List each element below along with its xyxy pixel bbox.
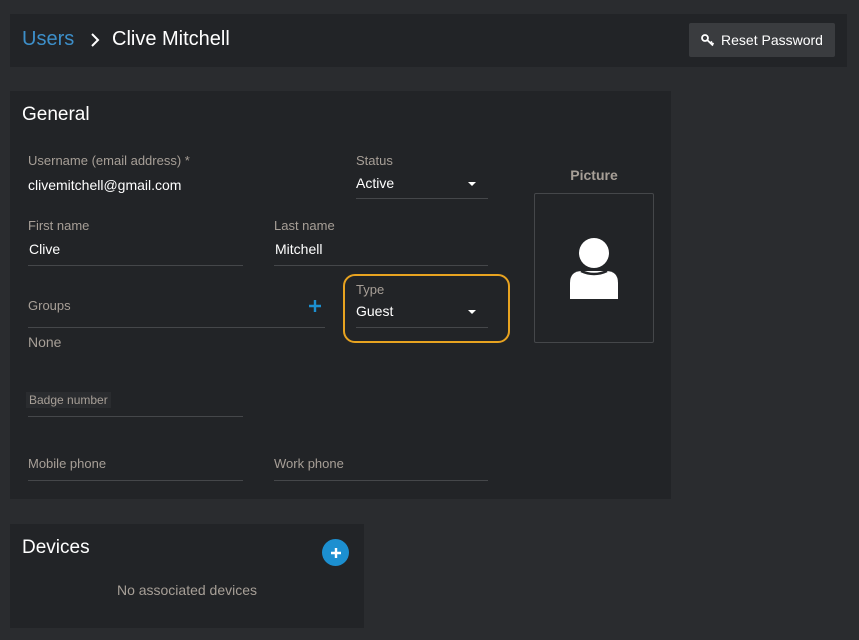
first-name-underline [28,265,243,266]
key-icon [701,34,715,47]
status-dropdown-icon[interactable] [468,182,476,186]
devices-empty-text: No associated devices [116,582,258,598]
badge-number-label: Badge number [26,392,111,408]
picture-box[interactable] [534,193,654,343]
status-value[interactable]: Active [356,175,394,191]
username-label: Username (email address) * [28,153,190,168]
chevron-right-icon [91,33,100,47]
first-name-input[interactable]: Clive [29,241,60,257]
first-name-label: First name [28,218,90,233]
work-phone-label: Work phone [274,456,344,471]
type-dropdown-icon[interactable] [468,310,476,314]
plus-icon [330,547,341,558]
type-field: Type [356,282,384,297]
last-name-underline [274,265,488,266]
devices-title: Devices [22,537,90,558]
devices-card: Devices No associated devices [10,524,364,628]
general-title: General [22,104,90,125]
status-field: Status [356,153,393,168]
mobile-phone-underline [28,480,243,481]
page-header: Users Clive Mitchell Reset Password [10,14,847,67]
username-field[interactable]: Username (email address) * [28,153,190,168]
username-value[interactable]: clivemitchell@gmail.com [28,177,181,193]
type-label: Type [356,282,385,297]
mobile-phone-label: Mobile phone [28,456,107,471]
user-silhouette-icon [570,238,618,299]
groups-value: None [28,334,62,350]
type-value[interactable]: Guest [356,303,393,319]
breadcrumb-users-link[interactable]: Users [22,28,74,51]
work-phone-field[interactable]: Work phone [274,456,344,471]
picture-label: Picture [570,167,618,183]
badge-number-input[interactable] [28,416,243,417]
general-card: General Username (email address) * clive… [10,91,671,499]
first-name-field: First name [28,218,89,233]
add-group-plus-icon[interactable] [308,299,322,313]
status-underline [356,198,488,199]
groups-underline [28,327,325,328]
last-name-label: Last name [274,218,335,233]
work-phone-underline [274,480,488,481]
groups-label: Groups [28,298,71,313]
add-device-button[interactable] [322,539,349,566]
reset-password-button[interactable]: Reset Password [689,23,835,57]
groups-field: Groups [28,298,71,313]
last-name-input[interactable]: Mitchell [275,241,322,257]
mobile-phone-field[interactable]: Mobile phone [28,456,106,471]
type-underline [356,327,488,328]
reset-password-label: Reset Password [721,32,823,48]
status-label: Status [356,153,393,168]
page-title: Clive Mitchell [112,28,230,50]
last-name-field: Last name [274,218,335,233]
